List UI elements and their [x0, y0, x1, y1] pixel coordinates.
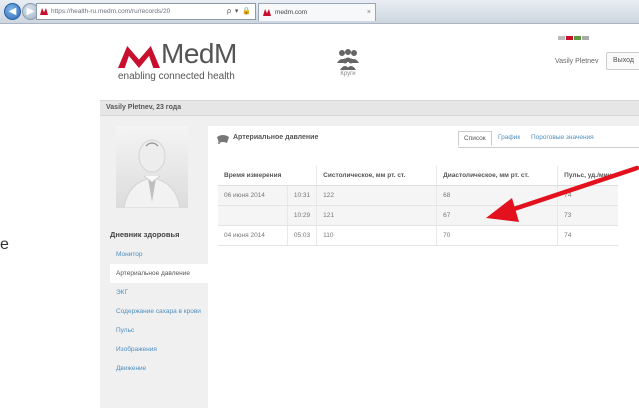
sidebar-item-monitor[interactable]: Монитор	[110, 245, 210, 264]
header-diastolic[interactable]: Диастолическое, мм рт. ст.	[436, 166, 558, 186]
sidebar-item-activity[interactable]: Движение	[110, 359, 210, 378]
flag-icon[interactable]	[582, 36, 589, 40]
table-header-row: Время измерения Систолическое, мм рт. ст…	[218, 166, 618, 186]
flag-icon[interactable]	[566, 36, 573, 40]
blood-pressure-cuff-icon	[217, 135, 229, 144]
table-row[interactable]: 06 июня 2014 10:31 122 68 74	[218, 185, 618, 206]
table-row[interactable]: 04 июня 2014 05:03 110 70 74	[218, 225, 618, 246]
cell-systolic: 110	[316, 225, 437, 246]
edge-text-fragment: e	[0, 236, 9, 253]
sidebar-item-ecg[interactable]: ЭКГ	[110, 283, 210, 302]
medm-favicon-icon	[40, 8, 48, 15]
tab-close-icon[interactable]: ×	[367, 4, 371, 21]
tab-title: medm.com	[275, 9, 308, 16]
username[interactable]: Vasily Pletnev	[555, 58, 598, 65]
header-pulse[interactable]: Пульс, уд./мин	[557, 166, 618, 186]
circles-label: Круги	[340, 71, 356, 77]
browser-tab[interactable]: medm.com ×	[258, 3, 376, 21]
circles-nav-button[interactable]: Круги	[328, 48, 368, 77]
address-bar[interactable]: https://health-ru.medm.com/ru/records/20…	[36, 3, 256, 20]
address-bar-actions[interactable]: ρ ▾ 🔒 ⊠ ¢ ✕	[227, 4, 255, 19]
browser-toolbar: ◀ ▶ https://health-ru.medm.com/ru/record…	[0, 0, 639, 24]
cell-pulse: 74	[557, 185, 618, 206]
cell-time: 10:31	[286, 185, 317, 206]
cell-pulse: 73	[557, 205, 618, 226]
logo-tagline: enabling connected health	[118, 71, 235, 82]
cell-systolic: 121	[316, 205, 437, 226]
tab-thresholds[interactable]: Пороговые значения	[526, 131, 599, 144]
cell-diastolic: 67	[436, 205, 558, 226]
table-row[interactable]: 10:29 121 67 73	[218, 205, 618, 226]
page-content: Vasily Pletnev, 23 года Дневник здоровья…	[100, 100, 639, 408]
sidebar-item-pulse[interactable]: Пульс	[110, 321, 210, 340]
medm-favicon-icon	[263, 9, 271, 16]
language-flags[interactable]	[558, 36, 590, 42]
cell-diastolic: 70	[436, 225, 558, 246]
header-measure-time[interactable]: Время измерения	[218, 166, 288, 186]
cell-pulse: 74	[557, 225, 618, 246]
back-arrow-icon[interactable]: ◀	[4, 3, 21, 20]
url-text: https://health-ru.medm.com/ru/records/20	[51, 8, 171, 15]
tab-divider	[458, 147, 639, 148]
patient-name-bar: Vasily Pletnev, 23 года	[100, 100, 639, 116]
blood-pressure-table: Время измерения Систолическое, мм рт. ст…	[218, 166, 618, 246]
cell-time: 10:29	[286, 205, 317, 226]
user-silhouette-icon	[123, 139, 181, 208]
people-group-icon	[337, 49, 359, 70]
sidebar-item-blood-pressure[interactable]: Артериальное давление	[110, 264, 210, 283]
cell-time: 05:03	[286, 225, 317, 246]
sidebar-item-blood-sugar[interactable]: Содержание сахара в крови	[110, 302, 210, 321]
medm-logo-icon[interactable]	[118, 46, 160, 68]
header-systolic[interactable]: Систолическое, мм рт. ст.	[316, 166, 437, 186]
section-title: Артериальное давление	[233, 134, 319, 141]
site-header: MedM enabling connected health Круги Vas…	[100, 24, 639, 100]
cell-date	[218, 205, 288, 226]
flag-icon[interactable]	[574, 36, 581, 40]
sidebar-menu: Монитор Артериальное давление ЭКГ Содерж…	[110, 245, 210, 378]
cell-date: 04 июня 2014	[218, 225, 288, 246]
tab-list[interactable]: Список	[458, 131, 492, 146]
cell-systolic: 122	[316, 185, 437, 206]
flag-icon[interactable]	[558, 36, 565, 40]
cell-diastolic: 68	[436, 185, 558, 206]
logout-button[interactable]: Выход	[606, 52, 639, 70]
tab-chart[interactable]: График	[493, 131, 525, 144]
left-column: Дневник здоровья Монитор Артериальное да…	[110, 126, 210, 408]
sidebar-item-images[interactable]: Изображения	[110, 340, 210, 359]
avatar[interactable]	[116, 126, 188, 208]
logo-text[interactable]: MedM	[161, 38, 237, 70]
health-diary-title: Дневник здоровья	[110, 230, 180, 239]
main-panel: Артериальное давление Список График Поро…	[208, 126, 639, 408]
header-time-spacer	[287, 166, 317, 186]
cell-date: 06 июня 2014	[218, 185, 288, 206]
